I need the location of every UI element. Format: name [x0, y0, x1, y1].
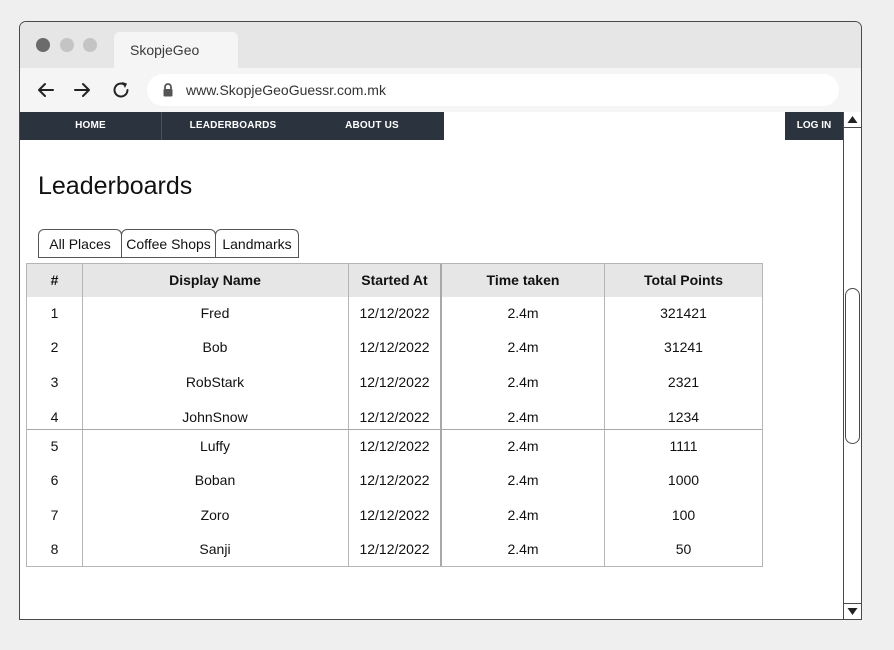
nav-item-leaderboards[interactable]: LEADERBOARDS [162, 112, 304, 140]
scroll-down-button[interactable] [844, 603, 861, 619]
cell-rank: 1 [50, 305, 59, 321]
cell-total-points: 321421 [660, 305, 707, 321]
browser-window: SkopjeGeo www.SkopjeGeoGuessr.com.mk HOM… [19, 21, 862, 620]
tab-coffee-shops[interactable]: Coffee Shops [121, 229, 216, 257]
cell-started-at: 12/12/2022 [359, 541, 430, 557]
lock-icon [163, 83, 173, 97]
cell-total-points: 50 [675, 541, 692, 557]
cell-time-taken: 2.4m [507, 339, 539, 355]
cell-display-name: Luffy [199, 438, 231, 454]
cell-started-at: 12/12/2022 [359, 339, 430, 355]
cell-started-at: 12/12/2022 [359, 472, 430, 488]
reload-icon[interactable] [110, 79, 132, 101]
column-header-started-at: Started At [361, 272, 428, 288]
cell-started-at: 12/12/2022 [359, 507, 430, 523]
cell-time-taken: 2.4m [507, 374, 539, 390]
cell-total-points: 1111 [669, 438, 698, 454]
column-header-time-taken: Time taken [486, 272, 560, 288]
url-text: www.SkopjeGeoGuessr.com.mk [186, 82, 386, 98]
cell-total-points: 100 [671, 507, 696, 523]
cell-rank: 4 [50, 409, 59, 425]
cell-started-at: 12/12/2022 [359, 409, 430, 425]
cell-display-name: Fred [200, 305, 230, 321]
cell-display-name: JohnSnow [182, 409, 248, 425]
cell-display-name: Bob [202, 339, 228, 355]
scroll-up-arrow-icon [847, 116, 858, 123]
cell-display-name: Sanji [199, 541, 231, 557]
login-button[interactable]: LOG IN [785, 112, 843, 140]
tab-all-places[interactable]: All Places [38, 229, 122, 257]
cell-display-name: Boban [194, 472, 236, 488]
tabs-baseline [38, 257, 299, 258]
cell-started-at: 12/12/2022 [359, 305, 430, 321]
cell-time-taken: 2.4m [507, 541, 539, 557]
cell-display-name: Zoro [200, 507, 230, 523]
cell-total-points: 31241 [664, 339, 703, 355]
column-header-total-points: Total Points [643, 272, 724, 288]
column-header-rank: # [50, 272, 59, 288]
cell-rank: 8 [50, 541, 59, 557]
main-navbar: HOME LEADERBOARDS ABOUT US [20, 112, 444, 140]
cell-total-points: 1000 [667, 472, 700, 488]
vertical-scrollbar[interactable] [843, 112, 861, 619]
browser-tab[interactable]: SkopjeGeo [114, 32, 238, 68]
cell-rank: 3 [50, 374, 59, 390]
cell-rank: 2 [50, 339, 59, 355]
cell-time-taken: 2.4m [507, 305, 539, 321]
page-title: Leaderboards [38, 172, 193, 200]
window-minimize-dot[interactable] [60, 38, 74, 52]
cell-total-points: 1234 [667, 409, 700, 425]
table-header: # Display Name Started At Time taken Tot… [27, 264, 762, 297]
tab-landmarks[interactable]: Landmarks [215, 229, 299, 257]
cell-rank: 5 [50, 438, 59, 454]
scroll-up-button[interactable] [844, 112, 861, 128]
leaderboard-table: # Display Name Started At Time taken Tot… [26, 263, 763, 567]
cell-started-at: 12/12/2022 [359, 374, 430, 390]
page-content: HOME LEADERBOARDS ABOUT US LOG IN Leader… [20, 112, 843, 619]
arrow-left-icon[interactable] [35, 79, 57, 101]
url-field[interactable]: www.SkopjeGeoGuessr.com.mk [147, 74, 839, 106]
address-bar: www.SkopjeGeoGuessr.com.mk [20, 68, 861, 112]
column-header-display-name: Display Name [169, 272, 261, 288]
row-group-divider [27, 429, 762, 430]
scroll-down-arrow-icon [847, 608, 858, 615]
cell-time-taken: 2.4m [507, 409, 539, 425]
cell-started-at: 12/12/2022 [359, 438, 430, 454]
cell-time-taken: 2.4m [507, 472, 539, 488]
window-maximize-dot[interactable] [83, 38, 97, 52]
cell-time-taken: 2.4m [507, 438, 539, 454]
window-close-dot[interactable] [36, 38, 50, 52]
cell-rank: 7 [50, 507, 59, 523]
arrow-right-icon[interactable] [71, 79, 93, 101]
scroll-thumb[interactable] [845, 288, 860, 444]
browser-tab-title: SkopjeGeo [130, 42, 200, 58]
title-bar: SkopjeGeo [20, 22, 861, 68]
cell-rank: 6 [50, 472, 59, 488]
nav-item-home[interactable]: HOME [20, 112, 161, 140]
cell-time-taken: 2.4m [507, 507, 539, 523]
cell-total-points: 2321 [667, 374, 700, 390]
cell-display-name: RobStark [185, 374, 245, 390]
nav-item-about-us[interactable]: ABOUT US [304, 112, 440, 140]
